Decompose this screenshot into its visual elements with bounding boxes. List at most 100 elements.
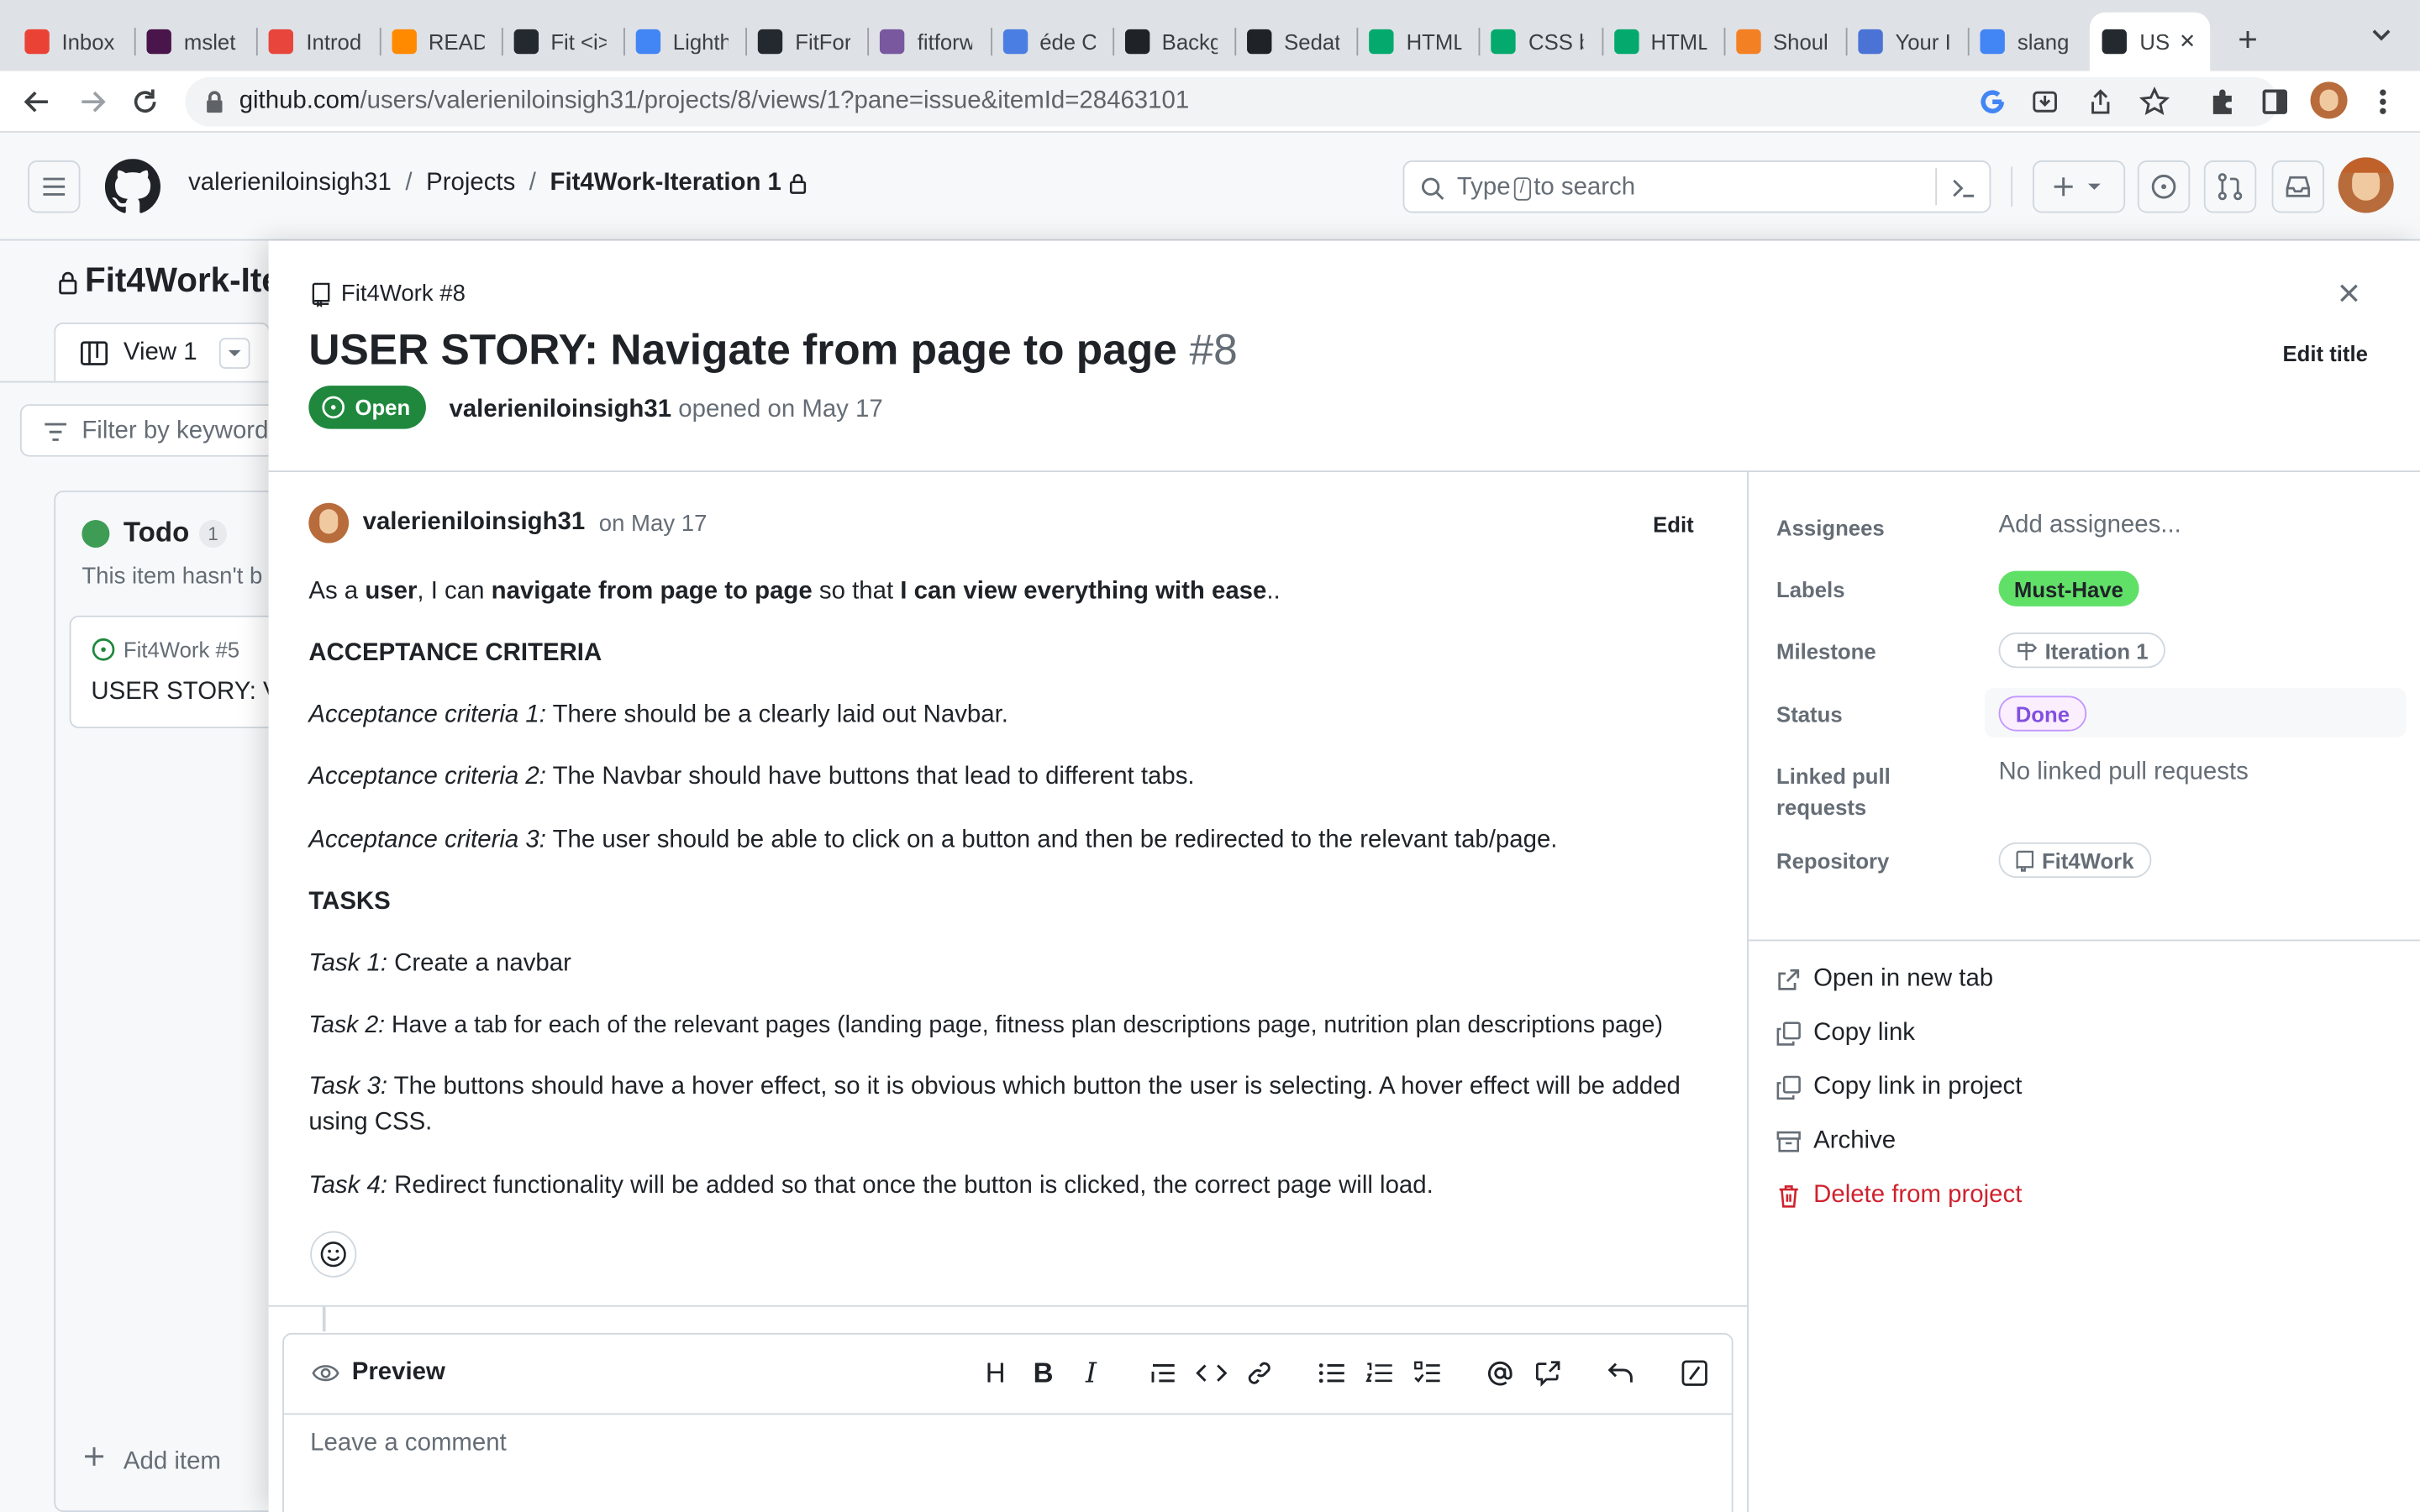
pull-requests-icon[interactable]: [2203, 160, 2257, 213]
hamburger-menu-icon[interactable]: [28, 160, 81, 213]
add-reaction-smiley-icon[interactable]: [310, 1231, 357, 1278]
view-tab[interactable]: View 1: [54, 322, 271, 381]
card-title[interactable]: USER STORY: Vi: [91, 679, 284, 706]
label-badge[interactable]: Must-Have: [1998, 570, 2139, 606]
crumb-projects[interactable]: Projects: [426, 170, 515, 197]
browser-tab[interactable]: fitforw: [868, 15, 990, 67]
quote-icon[interactable]: [1147, 1356, 1181, 1389]
back-icon[interactable]: [22, 87, 53, 118]
bold-icon[interactable]: B: [1026, 1356, 1060, 1389]
header-divider: [2011, 166, 2013, 207]
action-label: Copy link: [1813, 1020, 1916, 1047]
view-options-chevron-down-icon[interactable]: [218, 338, 250, 369]
status-field[interactable]: Done: [1998, 696, 2087, 732]
browser-tab-title: HTML: [1650, 29, 1707, 55]
browser-tab[interactable]: FitFor: [745, 15, 867, 67]
issue-title-text: USER STORY: Navigate from page to page: [308, 325, 1177, 374]
browser-tab[interactable]: Shoul: [1723, 15, 1845, 67]
user-avatar[interactable]: [2338, 157, 2394, 213]
extensions-icon[interactable]: [2207, 87, 2238, 118]
lock-icon[interactable]: [203, 90, 225, 114]
issue-title: USER STORY: Navigate from page to page #8: [308, 326, 1237, 375]
new-tab-button[interactable]: +: [2238, 23, 2258, 56]
google-lens-icon[interactable]: [1979, 88, 2007, 116]
milestone-badge[interactable]: Iteration 1: [1998, 633, 2165, 669]
assignees-field[interactable]: Add assignees...: [1999, 512, 2181, 540]
browser-tab[interactable]: éde C: [990, 15, 1112, 67]
archive-button[interactable]: Archive: [1776, 1128, 1896, 1156]
browser-tab[interactable]: CSS b: [1479, 15, 1601, 67]
avatar[interactable]: [308, 502, 350, 543]
preview-tab[interactable]: Preview: [312, 1359, 445, 1387]
browser-tab[interactable]: READ: [379, 15, 501, 67]
browser-menu-icon[interactable]: [2374, 87, 2392, 118]
cross-reference-icon[interactable]: [1531, 1356, 1565, 1389]
browser-tab[interactable]: HTML: [1602, 15, 1723, 67]
repository-field[interactable]: Fit4Work: [1998, 842, 2151, 879]
add-item-button[interactable]: Add item: [124, 1449, 221, 1477]
browser-tab[interactable]: Lighth: [623, 15, 745, 67]
edit-title-button[interactable]: Edit title: [2282, 341, 2367, 365]
browser-tab[interactable]: slang: [1968, 15, 2090, 67]
browser-tab[interactable]: Your I: [1846, 15, 1968, 67]
reload-icon[interactable]: [129, 87, 160, 118]
code-icon[interactable]: [1195, 1356, 1228, 1389]
github-logo-icon[interactable]: [104, 159, 161, 214]
crumb-user[interactable]: valerieniloinsigh31: [188, 170, 392, 197]
browser-tab[interactable]: Inbox: [13, 15, 134, 67]
link-icon[interactable]: [1243, 1356, 1276, 1389]
issues-icon[interactable]: [2137, 160, 2191, 213]
labels-field[interactable]: Must-Have: [1998, 570, 2139, 606]
tab-search-icon[interactable]: [2370, 28, 2392, 43]
address-bar[interactable]: github.com/users/valerieniloinsigh31/pro…: [185, 76, 2278, 127]
board-card[interactable]: Fit4Work #5 USER STORY: Vi: [69, 615, 302, 728]
forward-icon[interactable]: [77, 87, 108, 118]
share-icon[interactable]: [2086, 88, 2114, 116]
close-tab-icon[interactable]: ✕: [2179, 29, 2196, 54]
heading-icon[interactable]: H: [978, 1356, 1012, 1389]
w3schools-icon: [1613, 29, 1639, 55]
install-app-icon[interactable]: [2031, 88, 2059, 116]
browser-tab[interactable]: Sedat: [1234, 15, 1356, 67]
reply-icon[interactable]: [1603, 1356, 1637, 1389]
comment-author[interactable]: valerieniloinsigh31: [363, 509, 586, 537]
browser-tab[interactable]: US ✕: [2090, 12, 2211, 71]
edit-comment-button[interactable]: Edit: [1653, 512, 1694, 537]
github-icon: [2102, 29, 2128, 55]
issue-repo-reference[interactable]: Fit4Work #8: [310, 281, 466, 307]
ordered-list-icon[interactable]: [1363, 1356, 1397, 1389]
repository-badge[interactable]: Fit4Work: [1998, 842, 2151, 879]
milestone-icon: [2016, 639, 2038, 661]
open-in-new-tab-button[interactable]: Open in new tab: [1776, 966, 1993, 994]
archive-icon: [1776, 1131, 1801, 1152]
browser-tab[interactable]: Introd: [257, 15, 379, 67]
italic-icon[interactable]: I: [1074, 1356, 1107, 1389]
close-icon[interactable]: [2337, 281, 2361, 305]
issue-author[interactable]: valerieniloinsigh31: [449, 396, 671, 423]
delete-from-project-button[interactable]: Delete from project: [1776, 1182, 2022, 1210]
copy-link-in-project-button[interactable]: Copy link in project: [1776, 1074, 2022, 1101]
command-palette-icon[interactable]: [1951, 176, 1975, 200]
unordered-list-icon[interactable]: [1315, 1356, 1349, 1389]
comment-input[interactable]: Leave a comment: [310, 1431, 507, 1458]
mention-icon[interactable]: [1483, 1356, 1517, 1389]
copy-link-button[interactable]: Copy link: [1776, 1020, 1915, 1047]
column-description: This item hasn't b: [82, 563, 263, 590]
status-label: Status: [1776, 701, 1843, 727]
crumb-project[interactable]: Fit4Work-Iteration 1: [550, 170, 781, 197]
browser-tab[interactable]: Fit <i>: [502, 15, 623, 67]
search-input[interactable]: Type / to search: [1402, 160, 1991, 213]
milestone-field[interactable]: Iteration 1: [1998, 633, 2165, 669]
slash-commands-icon[interactable]: [1677, 1356, 1711, 1389]
status-badge[interactable]: Done: [1998, 696, 2087, 732]
browser-tab[interactable]: mslet: [134, 15, 256, 67]
side-panel-icon[interactable]: [2260, 87, 2291, 118]
browser-tab[interactable]: Backg: [1113, 15, 1234, 67]
profile-avatar[interactable]: [2310, 81, 2348, 119]
inbox-icon[interactable]: [2271, 160, 2325, 213]
task-list-icon[interactable]: [1411, 1356, 1444, 1389]
task-label: Task 3:: [308, 1074, 388, 1100]
browser-tab[interactable]: HTML: [1357, 15, 1479, 67]
create-new-button[interactable]: [2032, 160, 2126, 213]
bookmark-star-icon[interactable]: [2139, 87, 2170, 118]
